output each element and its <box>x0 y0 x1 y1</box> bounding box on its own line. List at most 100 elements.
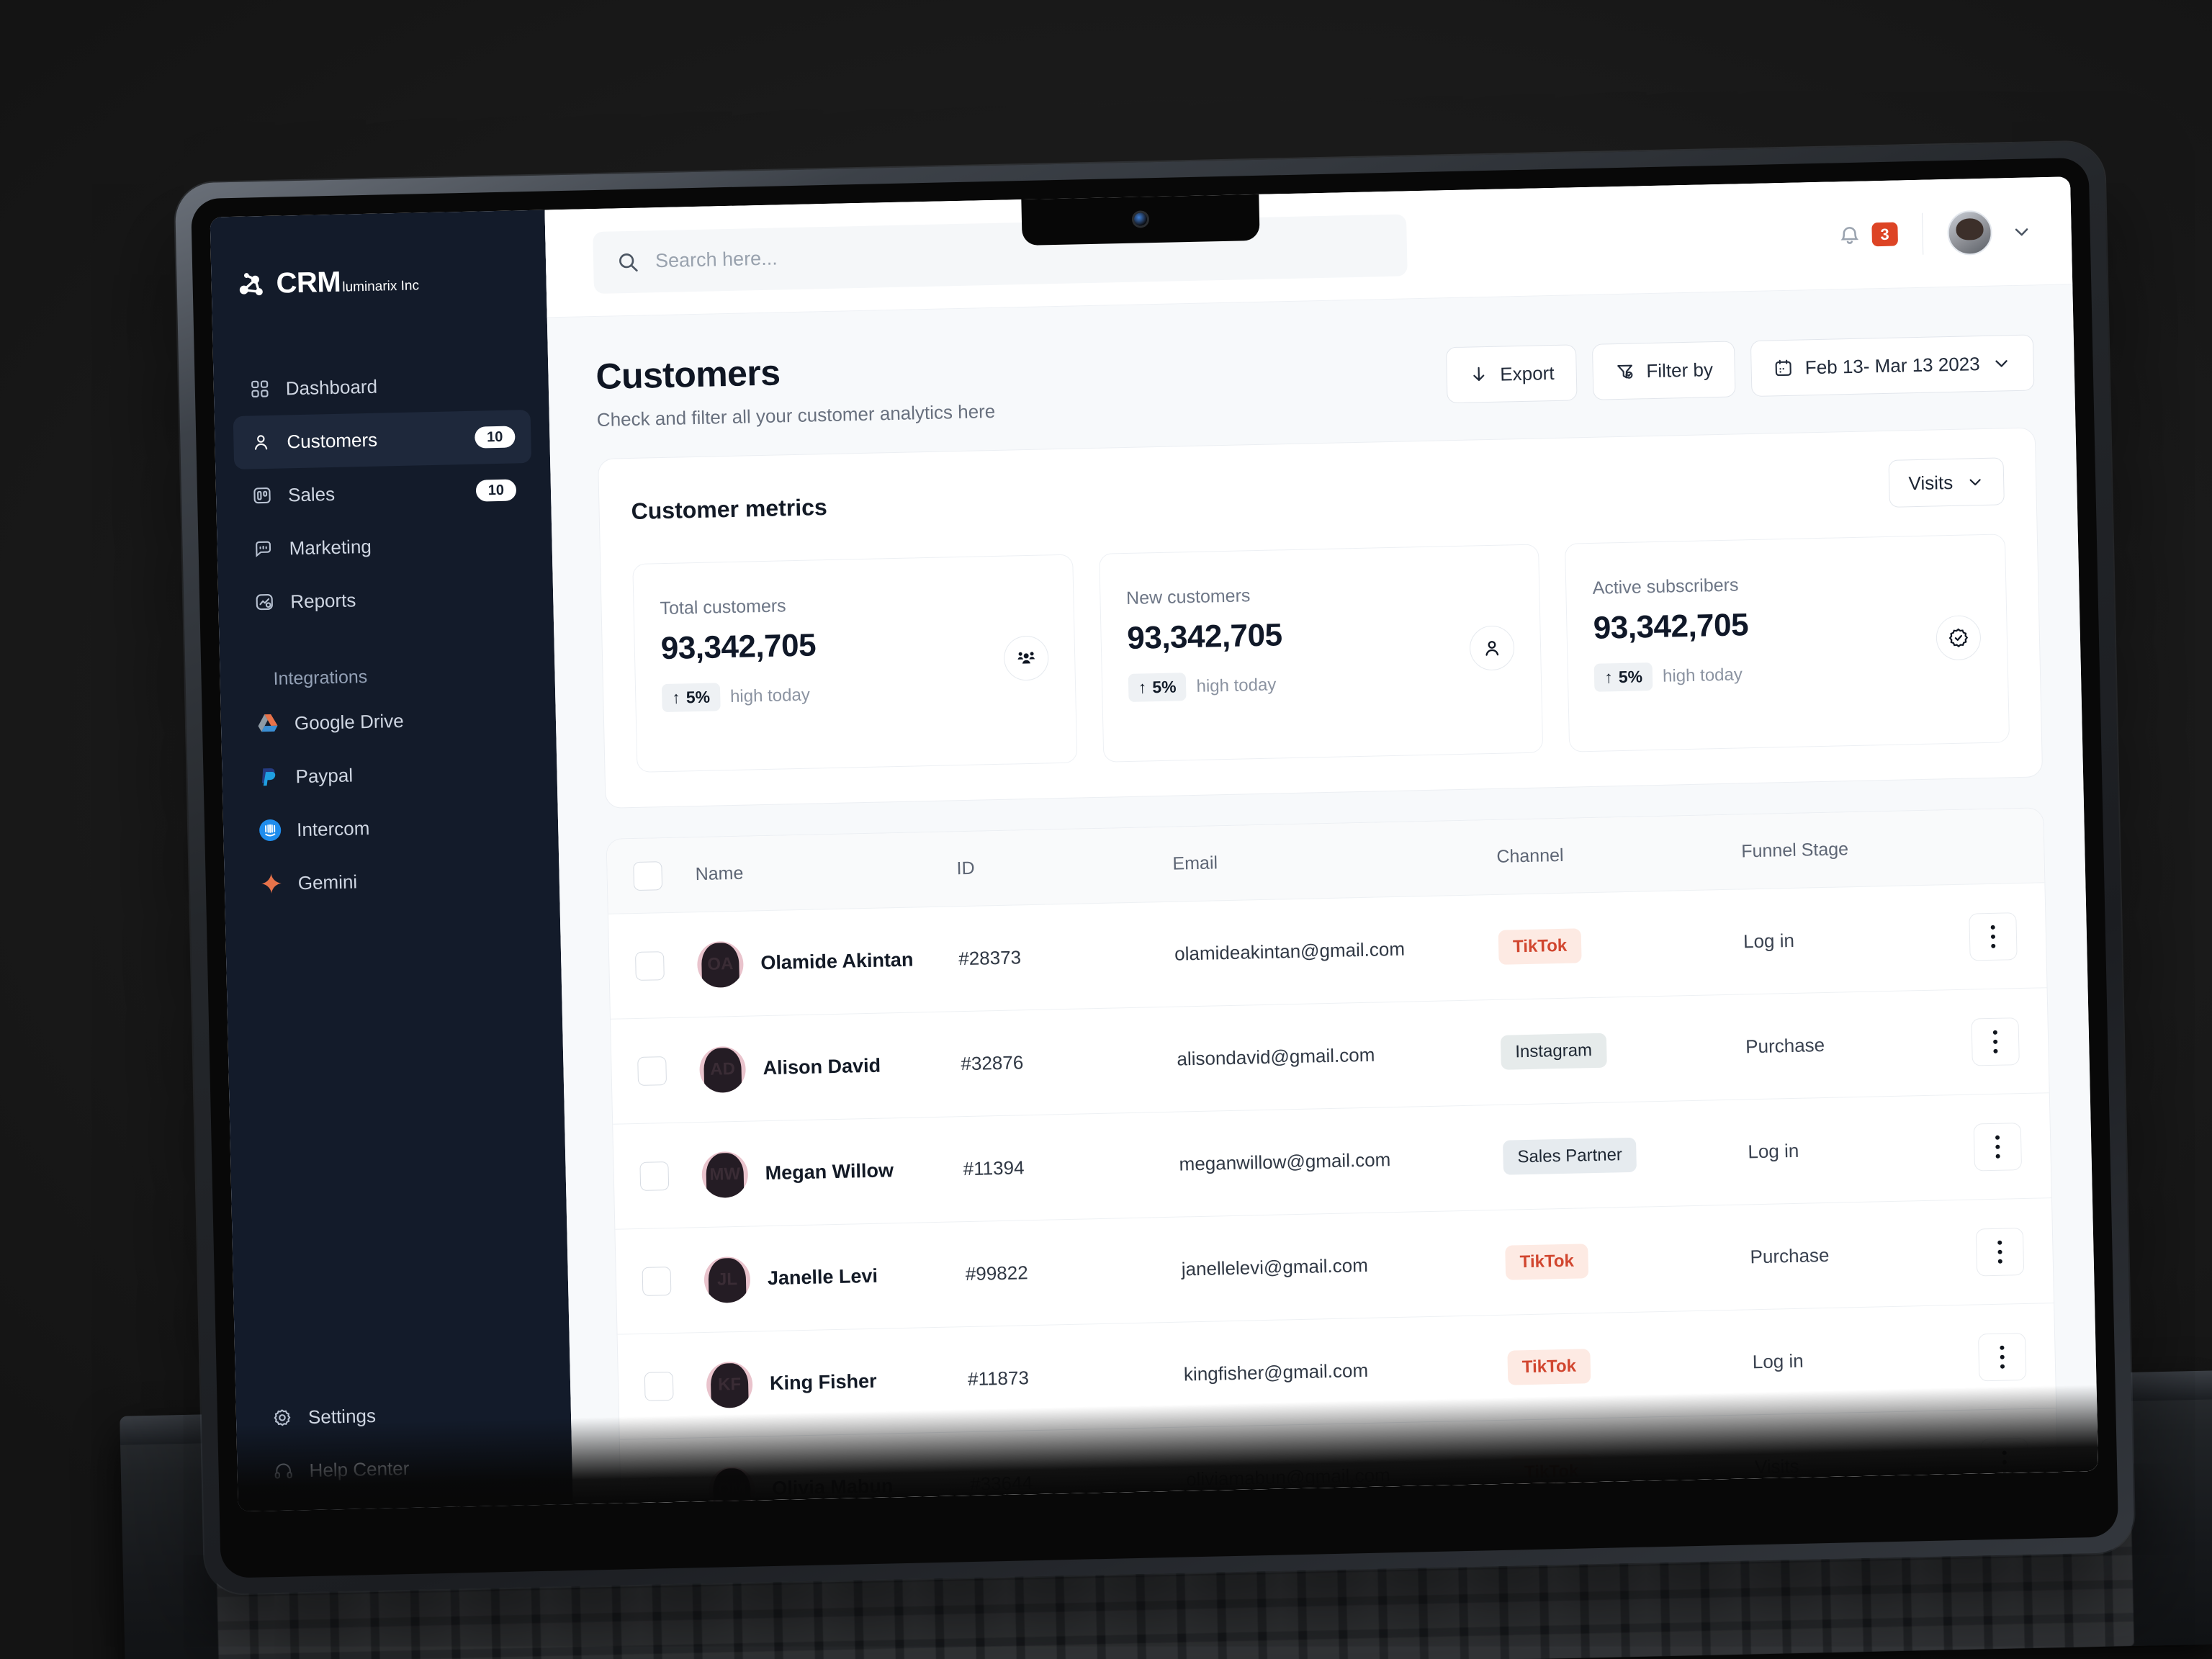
sidebar-item-marketing[interactable]: Marketing <box>235 516 534 576</box>
cell-email: janellelevi@gmail.com <box>1181 1254 1369 1280</box>
divider <box>1922 212 1924 255</box>
cell-id: #99822 <box>965 1262 1028 1285</box>
avatar[interactable] <box>1946 210 1993 256</box>
cell-channel: Instagram <box>1500 1030 1746 1070</box>
metric-trend: ↑ 5% high today <box>1128 670 1283 702</box>
customer-name: King Fisher <box>769 1370 877 1395</box>
intercom-icon <box>258 818 283 843</box>
metric-label: Active subscribers <box>1592 575 1739 598</box>
sidebar-item-gemini[interactable]: Gemini <box>243 851 541 911</box>
column-header-email[interactable]: Email <box>1172 847 1497 875</box>
sidebar-item-label: Settings <box>307 1404 377 1428</box>
avatar-initials: KF <box>717 1374 742 1395</box>
cell-email: oliviamabun@gmail.com <box>1185 1464 1391 1491</box>
sidebar-item-intercom[interactable]: Intercom <box>241 798 540 858</box>
column-header-channel[interactable]: Channel <box>1496 841 1742 867</box>
sidebar-item-google-drive[interactable]: Google Drive <box>239 691 538 751</box>
avatar: OM <box>708 1466 756 1512</box>
cell-name: MW Megan Willow <box>701 1146 963 1198</box>
row-checkbox[interactable] <box>646 1476 676 1506</box>
select-all-checkbox[interactable] <box>633 860 663 891</box>
cell-email: alisondavid@gmail.com <box>1177 1043 1375 1070</box>
row-checkbox[interactable] <box>644 1371 674 1401</box>
customer-metrics-card: Customer metrics Visits Total customers … <box>598 427 2044 809</box>
cell-funnel-stage: Purchase <box>1745 1033 1825 1058</box>
sidebar-item-sales[interactable]: Sales 10 <box>234 463 533 523</box>
sidebar-item-label: Marketing <box>289 535 372 559</box>
cell-channel: TikTok <box>1505 1240 1750 1280</box>
paypal-icon <box>256 765 282 790</box>
avatar-initials: OA <box>707 953 734 974</box>
cell-channel: TikTok <box>1507 1345 1753 1385</box>
sidebar-item-settings[interactable]: Settings <box>254 1385 553 1445</box>
cell-funnel-stage: Visits <box>1754 1455 1799 1478</box>
sidebar-item-label: Help Center <box>309 1457 410 1481</box>
chevron-down-icon <box>1966 472 1985 492</box>
trend-value: 5% <box>685 687 711 707</box>
kebab-menu-icon[interactable] <box>1971 1017 2020 1066</box>
filter-by-button[interactable]: Filter by <box>1591 341 1736 400</box>
page-title: Customers <box>595 352 781 397</box>
kebab-menu-icon[interactable] <box>1975 1227 2025 1276</box>
notification-count-badge: 3 <box>1871 222 1899 247</box>
verified-check-icon <box>1936 615 1982 661</box>
avatar: MW <box>701 1151 749 1198</box>
notifications[interactable]: 3 <box>1837 222 1899 248</box>
metrics-title: Customer metrics <box>631 493 828 524</box>
metrics-cards: Total customers 93,342,705 ↑ 5% high tod… <box>632 534 2010 773</box>
row-select-cell <box>646 1475 709 1506</box>
sidebar-item-help-center[interactable]: Help Center <box>256 1439 554 1498</box>
trend-value: 5% <box>1618 667 1643 687</box>
sidebar-item-customers[interactable]: Customers 10 <box>233 409 532 469</box>
row-select-cell <box>637 1056 700 1086</box>
brand-logo[interactable]: CRM luminarix Inc <box>210 210 547 301</box>
cell-email: olamideakintan@gmail.com <box>1174 938 1406 965</box>
column-header-funnel-stage[interactable]: Funnel Stage <box>1741 837 1929 863</box>
column-header-actions <box>1928 846 2015 848</box>
cell-actions <box>1932 1017 2020 1067</box>
search-box[interactable] <box>593 213 1408 294</box>
metrics-header: Customer metrics Visits <box>631 457 2005 535</box>
customer-name: Janelle Levi <box>767 1264 878 1290</box>
metrics-view-select[interactable]: Visits <box>1888 457 2005 508</box>
sidebar-item-paypal[interactable]: Paypal <box>240 745 539 804</box>
metric-value: 93,342,705 <box>1593 607 1749 646</box>
sidebar-item-label: Gemini <box>297 870 358 894</box>
channel-badge: TikTok <box>1498 927 1582 965</box>
cell-name: OM Olivia Mabun <box>708 1462 971 1512</box>
metric-value: 93,342,705 <box>660 627 817 667</box>
trend-arrow-icon: ↑ <box>672 688 681 707</box>
kebab-menu-icon[interactable] <box>1978 1332 2027 1381</box>
sidebar-item-reports[interactable]: Reports <box>236 570 535 629</box>
bell-icon[interactable] <box>1837 222 1862 248</box>
column-header-name[interactable]: Name <box>695 858 957 885</box>
sidebar-item-dashboard[interactable]: Dashboard <box>232 356 531 416</box>
cell-funnel-stage: Purchase <box>1750 1244 1830 1268</box>
chevron-down-icon[interactable] <box>2010 220 2033 243</box>
laptop-lid: CRM luminarix Inc Dashboard Customers 10… <box>174 141 2135 1595</box>
row-checkbox[interactable] <box>639 1161 670 1191</box>
kebab-menu-icon[interactable] <box>1980 1437 2029 1486</box>
search-input[interactable] <box>655 234 1385 273</box>
row-checkbox[interactable] <box>642 1266 672 1296</box>
avatar: OA <box>696 940 745 988</box>
table-body: OA Olamide Akintan #28373 olamideakintan@gm… <box>608 883 2059 1512</box>
date-range-picker[interactable]: Feb 13- Mar 13 2023 <box>1750 334 2035 397</box>
metric-label: New customers <box>1125 585 1251 609</box>
laptop-device: CRM luminarix Inc Dashboard Customers 10… <box>174 141 2135 1595</box>
trend-note: high today <box>729 685 811 706</box>
chevron-down-icon <box>1991 353 2012 374</box>
sidebar-item-label: Google Drive <box>294 709 404 734</box>
row-checkbox[interactable] <box>637 1056 667 1086</box>
customers-table: Name ID Email Channel Funnel Stage OA Ola… <box>606 807 2059 1512</box>
sidebar-badge-sales: 10 <box>475 479 517 502</box>
filter-check-icon <box>1614 361 1635 382</box>
kebab-menu-icon[interactable] <box>1969 912 2018 961</box>
sidebar-item-label: Reports <box>289 588 356 612</box>
column-header-id[interactable]: ID <box>956 854 1173 880</box>
sidebar-item-label: Customers <box>287 428 378 452</box>
row-checkbox[interactable] <box>634 950 665 981</box>
avatar: AD <box>698 1046 747 1093</box>
kebab-menu-icon[interactable] <box>1973 1122 2023 1171</box>
export-button[interactable]: Export <box>1445 344 1578 404</box>
